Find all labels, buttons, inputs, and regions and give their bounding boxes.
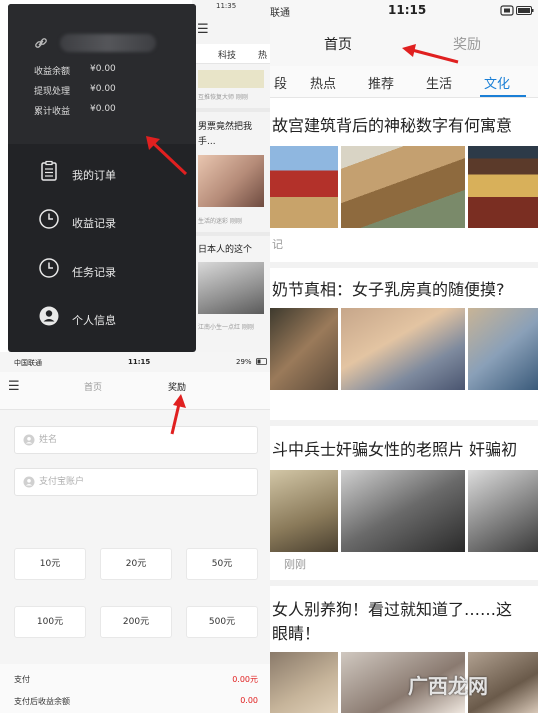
category-item[interactable]: 段 xyxy=(274,73,287,92)
pay-value: 0.00元 xyxy=(232,675,258,684)
name-input[interactable] xyxy=(39,432,239,448)
balance-value: 0.00 xyxy=(240,696,258,705)
menu-personal-info[interactable]: 个人信息 xyxy=(38,305,188,333)
article-thumbnail[interactable] xyxy=(198,262,264,314)
battery-icon xyxy=(256,358,267,365)
active-underline xyxy=(480,95,526,97)
side-drawer: 收益余额 ¥0.00 提现处理 ¥0.00 累计收益 ¥0.00 我的订单 收益记录 xyxy=(8,4,196,352)
tab-home[interactable]: 首页 xyxy=(324,34,352,54)
stat-total: 累计收益 ¥0.00 xyxy=(34,104,116,117)
carrier-label: 中国联通 xyxy=(14,359,42,367)
amount-option[interactable]: 200元 xyxy=(100,606,172,638)
article-title-continued[interactable]: 眼睛！ xyxy=(272,622,320,645)
menu-icon[interactable]: ☰ xyxy=(8,379,20,394)
category-item[interactable]: 推荐 xyxy=(368,73,394,92)
pay-row: 支付 0.00元 xyxy=(14,674,258,685)
article-title[interactable]: 男票竟然把我手... xyxy=(198,120,268,150)
news-home-screen: 联通 11:15 首页 奖励 段 热点 推荐 生活 文化 故宫建筑背后的神秘数字… xyxy=(270,0,538,713)
carrier-label: 联通 xyxy=(270,8,290,19)
article-title[interactable]: 女人别养狗！看过就知道了……这 xyxy=(272,598,512,621)
article-title[interactable]: 斗中兵士奸骗女性的老照片 奸骗初 xyxy=(272,438,517,461)
battery-icon xyxy=(516,6,534,15)
article-images[interactable] xyxy=(270,308,538,390)
stat-balance: 收益余额 ¥0.00 xyxy=(34,64,116,77)
article-thumbnail[interactable] xyxy=(198,155,264,207)
alipay-input[interactable] xyxy=(39,474,239,490)
battery-percent: 29% xyxy=(236,358,252,366)
status-bar: 中国联通 11:15 29% xyxy=(0,352,270,372)
drawer-header: 收益余额 ¥0.00 提现处理 ¥0.00 累计收益 ¥0.00 xyxy=(8,4,196,144)
amount-option[interactable]: 10元 xyxy=(14,548,86,580)
balance-row: 支付后收益余额 0.00 xyxy=(14,696,258,707)
annotation-arrow-icon xyxy=(146,136,188,176)
tab-home[interactable]: 首页 xyxy=(84,380,102,393)
category-item-active[interactable]: 文化 xyxy=(484,73,510,92)
article-meta: 记 xyxy=(272,238,283,251)
amount-option[interactable]: 500元 xyxy=(186,606,258,638)
article-title[interactable]: 奶节真相：女子乳房真的随便摸? xyxy=(272,278,505,301)
article-thumbnail[interactable] xyxy=(198,70,264,88)
amount-option[interactable]: 20元 xyxy=(100,548,172,580)
article-meta: 生活的迷彩 刚刚 xyxy=(198,218,242,225)
person-icon xyxy=(23,434,35,446)
top-nav: ☰ 首页 奖励 xyxy=(0,372,270,410)
name-field[interactable] xyxy=(14,426,258,454)
status-bar: 联通 11:15 xyxy=(270,0,538,22)
tab-hot[interactable]: 热 xyxy=(258,48,267,61)
status-time: 11:15 xyxy=(128,358,151,366)
category-item[interactable]: 热点 xyxy=(310,73,336,92)
menu-income-records[interactable]: 收益记录 xyxy=(38,208,188,236)
article-images[interactable] xyxy=(270,146,538,228)
article-images[interactable] xyxy=(270,652,538,713)
person-icon xyxy=(39,306,59,326)
reward-screen: 中国联通 11:15 29% ☰ 首页 奖励 10元 20元 50元 100元 … xyxy=(0,352,270,713)
balance-label: 支付后收益余额 xyxy=(14,697,70,706)
category-bar: 段 热点 推荐 生活 文化 xyxy=(270,66,538,98)
status-time: 11:35 xyxy=(216,2,237,10)
annotation-arrow-icon xyxy=(402,44,459,64)
alipay-field[interactable] xyxy=(14,468,258,496)
amount-option[interactable]: 100元 xyxy=(14,606,86,638)
background-news-strip: 11:35 ☰ 科技 热 互推恢复大师 刚刚 男票竟然把我手... 生活的迷彩 … xyxy=(192,0,270,352)
article-meta: 江南小生一点红 刚刚 xyxy=(198,324,254,331)
watermark: 广西龙网 xyxy=(408,674,488,698)
annotation-arrow-icon xyxy=(170,394,186,435)
link-icon xyxy=(35,38,47,48)
clock-icon xyxy=(39,209,59,229)
tab-tech[interactable]: 科技 xyxy=(218,48,236,61)
article-title[interactable]: 日本人的这个 xyxy=(198,242,252,255)
article-images[interactable] xyxy=(270,470,538,552)
clipboard-icon xyxy=(41,160,57,181)
strip-tab-bar: 科技 热 xyxy=(192,44,270,64)
category-item[interactable]: 生活 xyxy=(426,73,452,92)
article-meta: 刚刚 xyxy=(284,558,306,571)
username-blurred xyxy=(60,34,156,52)
pay-label: 支付 xyxy=(14,675,30,684)
article-meta: 互推恢复大师 刚刚 xyxy=(198,94,248,101)
clock-icon xyxy=(39,258,59,278)
alarm-icon xyxy=(500,5,514,16)
menu-icon[interactable]: ☰ xyxy=(197,22,209,37)
stat-processing: 提现处理 ¥0.00 xyxy=(34,84,116,97)
amount-option[interactable]: 50元 xyxy=(186,548,258,580)
menu-task-records[interactable]: 任务记录 xyxy=(38,257,188,285)
article-title[interactable]: 故宫建筑背后的神秘数字有何寓意 xyxy=(272,114,512,137)
person-icon xyxy=(23,476,35,488)
status-time: 11:15 xyxy=(388,3,427,17)
